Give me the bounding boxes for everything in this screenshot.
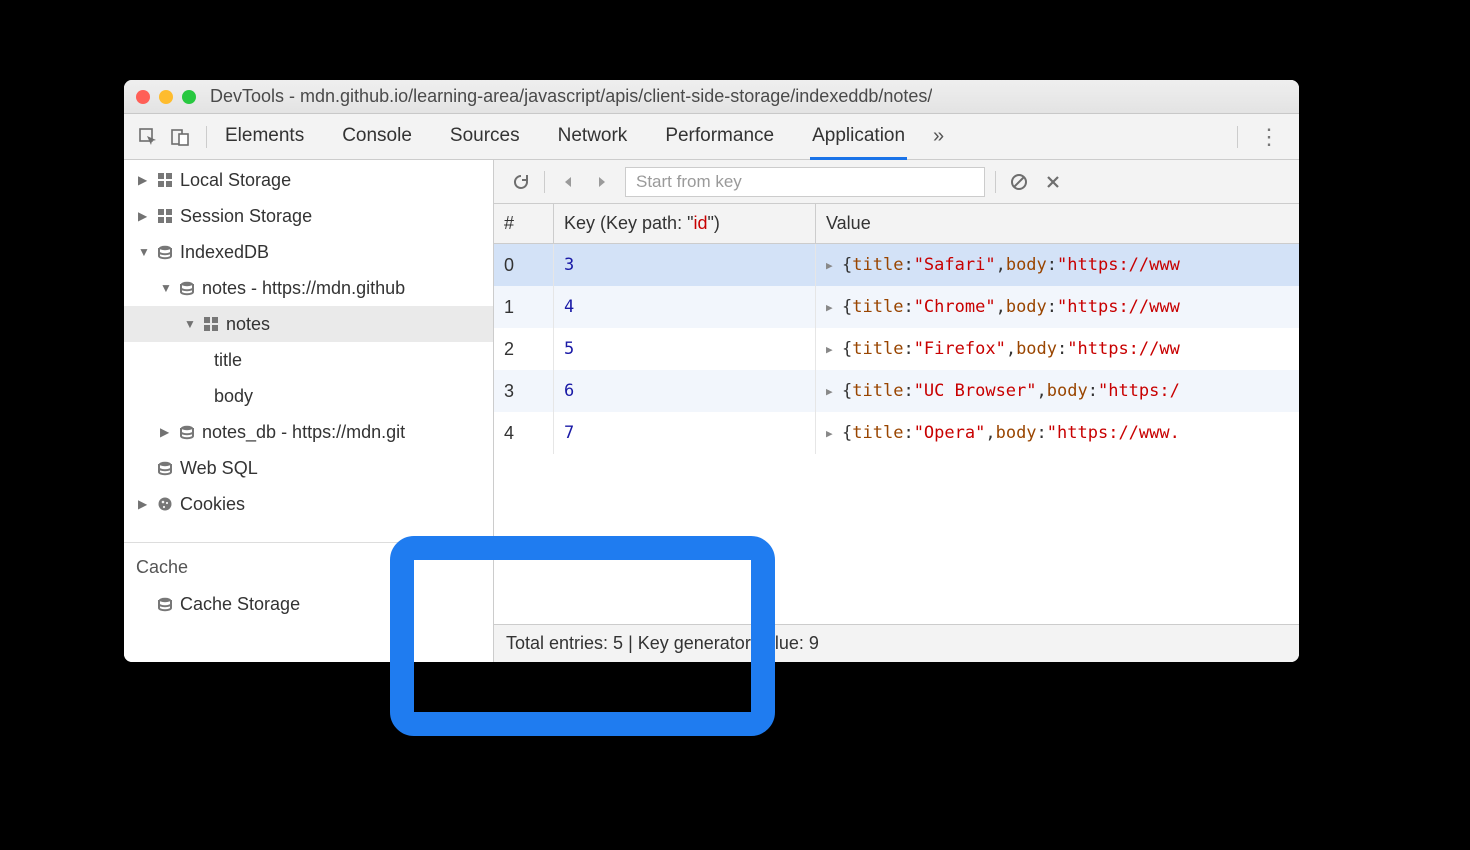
separator	[206, 126, 207, 148]
sidebar-item-db-notesdb[interactable]: ▶ notes_db - https://mdn.git	[124, 414, 493, 450]
database-icon	[154, 596, 176, 612]
sidebar-label: notes	[226, 314, 270, 335]
cell-index: 2	[494, 328, 554, 370]
table-header: # Key (Key path: "id") Value	[494, 204, 1299, 244]
inspect-icon[interactable]	[136, 125, 160, 149]
cell-key: 3	[554, 244, 816, 286]
devtools-tabbar: Elements Console Sources Network Perform…	[124, 114, 1299, 160]
sidebar-item-websql[interactable]: ▶ Web SQL	[124, 450, 493, 486]
database-icon	[176, 424, 198, 440]
titlebar: DevTools - mdn.github.io/learning-area/j…	[124, 80, 1299, 114]
device-toggle-icon[interactable]	[168, 125, 192, 149]
sidebar-label: notes_db - https://mdn.git	[202, 422, 405, 443]
next-page-icon[interactable]	[585, 166, 619, 198]
tab-performance[interactable]: Performance	[663, 115, 776, 159]
minimize-icon[interactable]	[159, 90, 173, 104]
cell-index: 3	[494, 370, 554, 412]
devtools-window: DevTools - mdn.github.io/learning-area/j…	[124, 80, 1299, 662]
status-bar: Total entries: 5 | Key generator value: …	[494, 624, 1299, 662]
cell-value: ▶{title: "Safari", body: "https://www	[816, 244, 1299, 286]
expand-icon[interactable]: ▶	[826, 301, 840, 314]
cell-value: ▶{title: "Opera", body: "https://www.	[816, 412, 1299, 454]
sidebar-item-indexeddb[interactable]: ▼ IndexedDB	[124, 234, 493, 270]
col-index[interactable]: #	[494, 204, 554, 243]
sidebar-label: Cookies	[180, 494, 245, 515]
cell-index: 4	[494, 412, 554, 454]
sidebar-label: body	[214, 386, 253, 407]
sidebar-item-store-notes[interactable]: ▼ notes	[124, 306, 493, 342]
sidebar-label: Session Storage	[180, 206, 312, 227]
tab-console[interactable]: Console	[340, 115, 414, 159]
cell-value: ▶{title: "Chrome", body: "https://www	[816, 286, 1299, 328]
window-title: DevTools - mdn.github.io/learning-area/j…	[210, 86, 932, 107]
cell-key: 4	[554, 286, 816, 328]
database-icon	[154, 460, 176, 476]
cell-key: 7	[554, 412, 816, 454]
cell-key: 6	[554, 370, 816, 412]
objectstore-toolbar	[494, 160, 1299, 204]
clear-store-icon[interactable]	[1002, 166, 1036, 198]
sidebar-label: Local Storage	[180, 170, 291, 191]
storage-icon	[200, 316, 222, 332]
objectstore-panel: # Key (Key path: "id") Value 03▶{title: …	[494, 160, 1299, 662]
close-icon[interactable]	[136, 90, 150, 104]
traffic-lights	[136, 90, 196, 104]
expand-icon[interactable]: ▶	[826, 259, 840, 272]
sidebar-label: Cache Storage	[180, 594, 300, 615]
sidebar-item-local-storage[interactable]: ▶ Local Storage	[124, 162, 493, 198]
cell-key: 5	[554, 328, 816, 370]
refresh-icon[interactable]	[504, 166, 538, 198]
cookie-icon	[154, 496, 176, 512]
status-text: Total entries: 5 | Key generator value: …	[506, 633, 819, 654]
sidebar-label: notes - https://mdn.github	[202, 278, 405, 299]
cell-index: 1	[494, 286, 554, 328]
tab-sources[interactable]: Sources	[448, 115, 522, 159]
expand-icon[interactable]: ▶	[826, 385, 840, 398]
sidebar-item-cookies[interactable]: ▶ Cookies	[124, 486, 493, 522]
separator	[1237, 126, 1238, 148]
tabs-overflow-icon[interactable]: »	[933, 125, 944, 148]
tab-application[interactable]: Application	[810, 115, 907, 160]
tab-strip: Elements Console Sources Network Perform…	[223, 115, 907, 159]
table-row[interactable]: 25▶{title: "Firefox", body: "https://ww	[494, 328, 1299, 370]
zoom-icon[interactable]	[182, 90, 196, 104]
sidebar-label: title	[214, 350, 242, 371]
tab-network[interactable]: Network	[556, 115, 630, 159]
sidebar-label: Web SQL	[180, 458, 258, 479]
more-icon[interactable]: ⋮	[1248, 124, 1291, 150]
database-icon	[154, 244, 176, 260]
prev-page-icon[interactable]	[551, 166, 585, 198]
storage-icon	[154, 208, 176, 224]
tab-elements[interactable]: Elements	[223, 115, 306, 159]
sidebar-item-index-title[interactable]: title	[124, 342, 493, 378]
delete-selected-icon[interactable]	[1036, 166, 1070, 198]
col-value[interactable]: Value	[816, 204, 1299, 243]
expand-icon[interactable]: ▶	[826, 343, 840, 356]
sidebar-item-session-storage[interactable]: ▶ Session Storage	[124, 198, 493, 234]
table-row[interactable]: 03▶{title: "Safari", body: "https://www	[494, 244, 1299, 286]
cell-value: ▶{title: "Firefox", body: "https://ww	[816, 328, 1299, 370]
table-body: 03▶{title: "Safari", body: "https://www1…	[494, 244, 1299, 624]
sidebar-section-cache: Cache	[124, 542, 493, 584]
col-key[interactable]: Key (Key path: "id")	[554, 204, 816, 243]
sidebar-item-cache-storage[interactable]: ▶ Cache Storage	[124, 586, 493, 622]
table-row[interactable]: 14▶{title: "Chrome", body: "https://www	[494, 286, 1299, 328]
database-icon	[176, 280, 198, 296]
cell-value: ▶{title: "UC Browser", body: "https:/	[816, 370, 1299, 412]
expand-icon[interactable]: ▶	[826, 427, 840, 440]
sidebar-label: IndexedDB	[180, 242, 269, 263]
application-sidebar: ▶ Local Storage ▶ Session Storage ▼ Inde…	[124, 160, 494, 662]
sidebar-item-db-notes[interactable]: ▼ notes - https://mdn.github	[124, 270, 493, 306]
table-row[interactable]: 47▶{title: "Opera", body: "https://www.	[494, 412, 1299, 454]
key-search-input[interactable]	[625, 167, 985, 197]
cell-index: 0	[494, 244, 554, 286]
table-row[interactable]: 36▶{title: "UC Browser", body: "https:/	[494, 370, 1299, 412]
sidebar-item-index-body[interactable]: body	[124, 378, 493, 414]
storage-icon	[154, 172, 176, 188]
